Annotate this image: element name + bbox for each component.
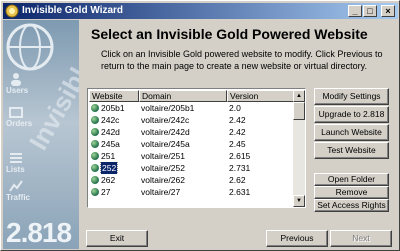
traffic-icon — [9, 180, 23, 192]
website-globe-icon — [91, 188, 99, 196]
website-name: 242d — [101, 127, 120, 137]
instructions-text: Click on an Invisible Gold powered websi… — [101, 49, 383, 71]
users-icon — [11, 73, 21, 86]
website-name: 252 — [99, 162, 119, 174]
list-header: Website Domain Version — [89, 90, 294, 102]
app-icon — [5, 4, 19, 18]
window-title: Invisible Gold Wizard — [22, 5, 124, 16]
website-name: 251 — [101, 151, 116, 161]
remove-button[interactable]: Remove — [314, 186, 389, 199]
close-button[interactable]: × — [381, 5, 395, 17]
lists-icon — [10, 153, 22, 163]
upgrade-button[interactable]: Upgrade to 2.818 — [314, 106, 389, 123]
website-globe-icon — [91, 164, 99, 172]
website-version: 2.42 — [229, 115, 246, 125]
website-globe-icon — [91, 116, 99, 124]
orders-icon — [9, 107, 23, 118]
website-domain: voltaire/245a — [141, 139, 190, 149]
sidebar-item-lists: Lists — [6, 165, 25, 174]
column-header-domain[interactable]: Domain — [139, 90, 227, 102]
website-globe-icon — [91, 128, 99, 136]
website-domain: voltaire/252 — [141, 163, 185, 173]
list-item[interactable]: 242c voltaire/242c 2.42 — [89, 114, 294, 126]
list-item[interactable]: 251 voltaire/251 2.615 — [89, 150, 294, 162]
scroll-thumb[interactable] — [293, 102, 305, 120]
column-header-website[interactable]: Website — [89, 90, 139, 102]
previous-button[interactable]: Previous — [266, 230, 328, 247]
list-rows: 205b1 voltaire/205b1 2.0 242c voltaire/2… — [89, 102, 294, 198]
title-bar[interactable]: Invisible Gold Wizard _ □ × — [3, 3, 398, 19]
website-version: 2.42 — [229, 127, 246, 137]
website-domain: voltaire/205b1 — [141, 103, 195, 113]
exit-button[interactable]: Exit — [86, 230, 148, 247]
website-globe-icon — [91, 140, 99, 148]
website-version: 2.62 — [229, 175, 246, 185]
column-header-version[interactable]: Version — [227, 90, 294, 102]
website-version: 2.731 — [229, 163, 251, 173]
list-item[interactable]: 245a voltaire/245a 2.45 — [89, 138, 294, 150]
website-globe-icon — [91, 152, 99, 160]
website-name: 27 — [101, 187, 111, 197]
minimize-button[interactable]: _ — [348, 5, 362, 17]
open-folder-button[interactable]: Open Folder — [314, 173, 389, 186]
page-title: Select an Invisible Gold Powered Website — [91, 26, 368, 42]
website-version: 2.631 — [229, 187, 251, 197]
launch-website-button[interactable]: Launch Website — [314, 124, 389, 141]
version-label: 2.818 — [6, 217, 72, 248]
website-globe-icon — [91, 176, 99, 184]
sidebar-item-orders: Orders — [6, 119, 33, 128]
website-name: 242c — [101, 115, 120, 125]
list-item[interactable]: 205b1 voltaire/205b1 2.0 — [89, 102, 294, 114]
next-button[interactable]: Next — [330, 230, 392, 247]
website-domain: voltaire/242d — [141, 127, 190, 137]
scroll-down-icon[interactable]: ▼ — [293, 195, 305, 207]
list-scrollbar[interactable]: ▲ ▼ — [293, 90, 305, 207]
sidebar-item-users: Users — [6, 86, 29, 95]
website-globe-icon — [91, 104, 99, 112]
list-item[interactable]: 242d voltaire/242d 2.42 — [89, 126, 294, 138]
website-version: 2.0 — [229, 103, 241, 113]
website-name: 205b1 — [101, 103, 125, 113]
website-domain: voltaire/251 — [141, 151, 185, 161]
scroll-up-icon[interactable]: ▲ — [293, 90, 305, 102]
website-domain: voltaire/262 — [141, 175, 185, 185]
list-item[interactable]: 27 voltaire/27 2.631 — [89, 186, 294, 198]
website-name: 245a — [101, 139, 120, 149]
wizard-sidebar: Users Orders Lists Traffic Invisible 2.8… — [3, 20, 79, 249]
sidebar-item-traffic: Traffic — [6, 193, 31, 202]
list-item[interactable]: 262 voltaire/262 2.62 — [89, 174, 294, 186]
test-website-button[interactable]: Test Website — [314, 142, 389, 159]
website-version: 2.45 — [229, 139, 246, 149]
website-domain: voltaire/242c — [141, 115, 190, 125]
modify-settings-button[interactable]: Modify Settings — [314, 88, 389, 105]
globe-icon — [6, 23, 54, 71]
website-name: 262 — [101, 175, 116, 185]
website-domain: voltaire/27 — [141, 187, 181, 197]
set-access-rights-button[interactable]: Set Access Rights — [314, 199, 389, 212]
maximize-button[interactable]: □ — [363, 5, 377, 17]
wizard-window: Invisible Gold Wizard _ □ × Users Orders… — [0, 0, 400, 251]
website-version: 2.615 — [229, 151, 251, 161]
list-item-selected[interactable]: 252 voltaire/252 2.731 — [89, 162, 294, 174]
website-list[interactable]: Website Domain Version 205b1 voltaire/20… — [87, 88, 306, 208]
